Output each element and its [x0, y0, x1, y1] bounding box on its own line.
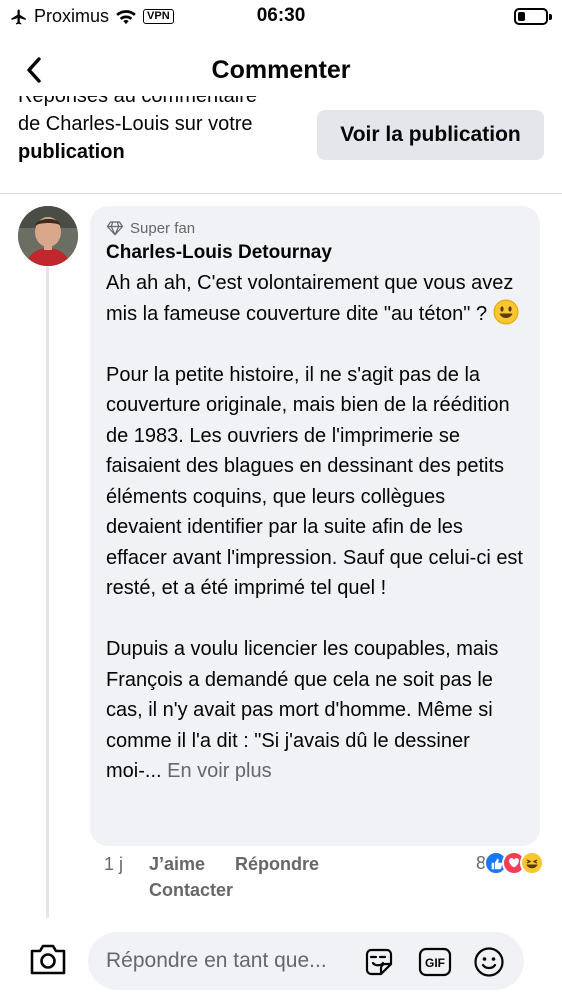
sticker-icon	[365, 948, 393, 976]
camera-button[interactable]	[28, 942, 68, 978]
context-text: Réponses au commentaire de Charles-Louis…	[18, 96, 298, 166]
comment-bubble: Super fan Charles-Louis Detournay Ah ah …	[90, 206, 540, 846]
composer-bar: GIF	[0, 918, 562, 1000]
comment-paragraph-2: Pour la petite histoire, il ne s'agit pa…	[106, 363, 523, 600]
diamond-icon	[106, 221, 124, 236]
header: Commenter	[0, 44, 562, 94]
reply-composer: GIF	[88, 932, 524, 990]
badge-label: Super fan	[130, 219, 196, 237]
comment-time[interactable]: 1 j	[104, 854, 123, 875]
see-more-link[interactable]: En voir plus	[167, 760, 272, 782]
thread-line	[46, 266, 49, 918]
avatar-photo	[18, 206, 78, 266]
sticker-button[interactable]	[362, 945, 396, 979]
comment-author[interactable]: Charles-Louis Detournay	[106, 242, 332, 268]
status-bar: Proximus VPN 06:30	[0, 0, 562, 34]
camera-icon	[30, 944, 66, 975]
reply-button[interactable]: Répondre	[235, 854, 319, 875]
comment-body: Ah ah ah, C'est volontairement que vous …	[106, 268, 524, 787]
paragraph-3-text: Dupuis a voulu licencier les coupables, …	[106, 638, 499, 782]
paragraph-1-text: Ah ah ah, C'est volontairement que vous …	[106, 272, 514, 325]
like-button[interactable]: J’aime	[149, 854, 205, 875]
avatar[interactable]	[18, 206, 78, 266]
super-fan-badge: Super fan	[106, 218, 524, 238]
context-line-3: publication	[18, 141, 125, 163]
context-line-2: de Charles-Louis sur votre	[18, 113, 253, 135]
context-line-1: Réponses au commentaire	[18, 96, 258, 107]
view-post-button[interactable]: Voir la publication	[317, 110, 544, 160]
smiley-icon	[474, 947, 504, 977]
svg-text:GIF: GIF	[425, 956, 445, 970]
gif-button[interactable]: GIF	[418, 945, 452, 979]
emoji-button[interactable]	[472, 945, 506, 979]
page-title: Commenter	[211, 56, 351, 84]
gif-icon: GIF	[418, 947, 452, 977]
smiley-emoji-icon	[493, 299, 519, 324]
haha-reaction-icon	[520, 851, 544, 875]
reply-input[interactable]	[106, 932, 366, 990]
battery-icon	[514, 8, 552, 25]
contact-button[interactable]: Contacter	[149, 880, 233, 901]
comment-paragraph-3: Dupuis a voulu licencier les coupables, …	[106, 634, 524, 787]
comment-actions: 1 j J’aime Répondre Contacter 8	[104, 851, 544, 908]
reply-context: Réponses au commentaire de Charles-Louis…	[0, 96, 562, 194]
comment-paragraph-1: Ah ah ah, C'est volontairement que vous …	[106, 268, 524, 329]
clock: 06:30	[256, 5, 306, 26]
reactions-summary[interactable]: 8	[476, 851, 544, 875]
